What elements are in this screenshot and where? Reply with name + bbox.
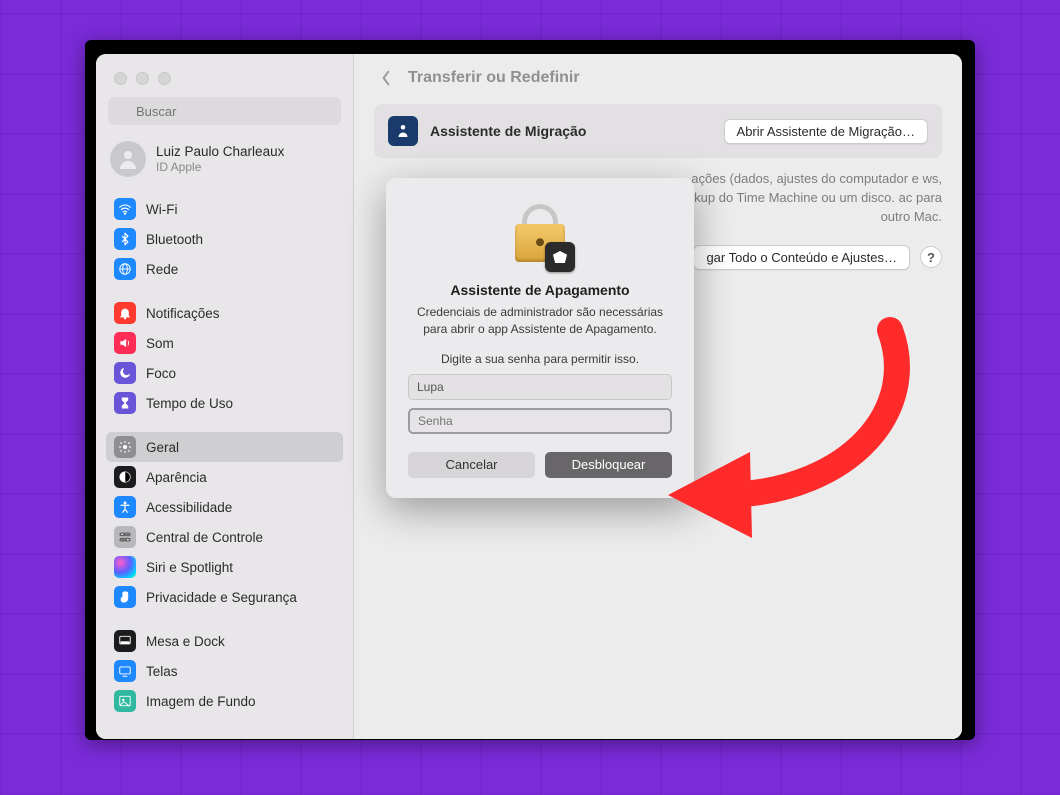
zoom-window-button[interactable] — [158, 72, 171, 85]
sidebar-item-moon[interactable]: Foco — [106, 358, 343, 388]
dialog-title: Assistente de Apagamento — [408, 282, 672, 298]
sidebar-item-label: Aparência — [146, 470, 207, 485]
password-field[interactable] — [408, 408, 672, 434]
sidebar-item-wifi[interactable]: Wi-Fi — [106, 194, 343, 224]
sidebar-item-label: Privacidade e Segurança — [146, 590, 297, 605]
sidebar-item-label: Siri e Spotlight — [146, 560, 233, 575]
bell-icon — [114, 302, 136, 324]
sidebar-item-label: Foco — [146, 366, 176, 381]
sidebar-item-accessibility[interactable]: Acessibilidade — [106, 492, 343, 522]
migration-assistant-row: Assistente de Migração Abrir Assistente … — [374, 104, 942, 158]
hourglass-icon — [114, 392, 136, 414]
sidebar-item-label: Bluetooth — [146, 232, 203, 247]
gear-icon — [114, 436, 136, 458]
dialog-prompt: Digite a sua senha para permitir isso. — [408, 352, 672, 366]
sidebar-item-label: Central de Controle — [146, 530, 263, 545]
sidebar-item-label: Mesa e Dock — [146, 634, 225, 649]
dock-icon — [114, 630, 136, 652]
globe-icon — [114, 258, 136, 280]
sidebar-item-label: Som — [146, 336, 174, 351]
sidebar-item-label: Geral — [146, 440, 179, 455]
sidebar-item-label: Tempo de Uso — [146, 396, 233, 411]
sidebar-item-globe[interactable]: Rede — [106, 254, 343, 284]
sidebar-item-switches[interactable]: Central de Controle — [106, 522, 343, 552]
hand-icon — [114, 586, 136, 608]
apple-id-row[interactable]: Luiz Paulo Charleaux ID Apple — [96, 135, 353, 191]
search-box — [108, 97, 341, 125]
sidebar-item-wallpaper[interactable]: Imagem de Fundo — [106, 686, 343, 716]
sidebar-item-bluetooth[interactable]: Bluetooth — [106, 224, 343, 254]
help-button[interactable]: ? — [920, 246, 942, 268]
sidebar-item-displays[interactable]: Telas — [106, 656, 343, 686]
sidebar-item-label: Acessibilidade — [146, 500, 232, 515]
lock-icon — [505, 202, 575, 272]
migration-assistant-icon — [388, 116, 418, 146]
migration-assistant-label: Assistente de Migração — [430, 123, 712, 139]
sidebar-item-dock[interactable]: Mesa e Dock — [106, 626, 343, 656]
wifi-icon — [114, 198, 136, 220]
search-input[interactable] — [108, 97, 341, 125]
sidebar-item-siri[interactable]: Siri e Spotlight — [106, 552, 343, 582]
erase-assistant-auth-dialog: Assistente de Apagamento Credenciais de … — [386, 178, 694, 498]
minimize-window-button[interactable] — [136, 72, 149, 85]
siri-icon — [114, 556, 136, 578]
dialog-message: Credenciais de administrador são necessá… — [408, 304, 672, 338]
sidebar-item-label: Wi-Fi — [146, 202, 177, 217]
sidebar-item-speaker[interactable]: Som — [106, 328, 343, 358]
page-title: Transferir ou Redefinir — [408, 69, 580, 87]
open-migration-assistant-button[interactable]: Abrir Assistente de Migração… — [724, 119, 928, 144]
sidebar-item-hand[interactable]: Privacidade e Segurança — [106, 582, 343, 612]
erase-all-content-button[interactable]: gar Todo o Conteúdo e Ajustes… — [693, 245, 910, 270]
sidebar-item-appearance[interactable]: Aparência — [106, 462, 343, 492]
accessibility-icon — [114, 496, 136, 518]
bluetooth-icon — [114, 228, 136, 250]
switches-icon — [114, 526, 136, 548]
sidebar-item-label: Imagem de Fundo — [146, 694, 256, 709]
appearance-icon — [114, 466, 136, 488]
username-field — [408, 374, 672, 400]
avatar — [110, 141, 146, 177]
back-button[interactable] — [376, 68, 396, 88]
moon-icon — [114, 362, 136, 384]
user-subtitle: ID Apple — [156, 160, 284, 174]
sidebar-item-label: Telas — [146, 664, 178, 679]
sidebar-item-bell[interactable]: Notificações — [106, 298, 343, 328]
sidebar: Luiz Paulo Charleaux ID Apple Wi-Fi Bluet… — [96, 54, 354, 739]
sidebar-item-gear[interactable]: Geral — [106, 432, 343, 462]
cancel-button[interactable]: Cancelar — [408, 452, 535, 478]
speaker-icon — [114, 332, 136, 354]
unlock-button[interactable]: Desbloquear — [545, 452, 672, 478]
user-name: Luiz Paulo Charleaux — [156, 144, 284, 160]
close-window-button[interactable] — [114, 72, 127, 85]
sidebar-item-label: Notificações — [146, 306, 220, 321]
wallpaper-icon — [114, 690, 136, 712]
sidebar-item-label: Rede — [146, 262, 178, 277]
displays-icon — [114, 660, 136, 682]
sidebar-item-hourglass[interactable]: Tempo de Uso — [106, 388, 343, 418]
window-controls — [96, 64, 353, 97]
